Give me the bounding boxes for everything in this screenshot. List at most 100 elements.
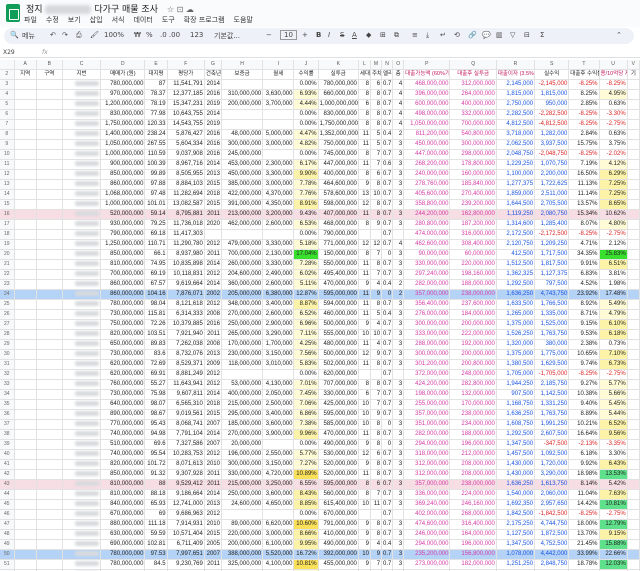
table-cell[interactable]: 9,529,412	[167, 479, 205, 491]
table-cell[interactable]: 1,457,500	[496, 449, 536, 461]
table-cell[interactable]: 1,050,000,000	[100, 139, 146, 151]
table-cell[interactable]: 16.50%	[568, 169, 600, 181]
redacted-cell[interactable]	[14, 359, 37, 371]
table-cell[interactable]: 6.18%	[568, 449, 600, 461]
table-cell[interactable]: 7,327,586	[167, 439, 205, 451]
table-cell[interactable]: 295,000,000	[221, 409, 264, 421]
column-header[interactable]: L	[358, 60, 371, 70]
row-header[interactable]: 5	[0, 99, 15, 111]
zoom-select[interactable]: 100%	[104, 31, 124, 39]
table-cell[interactable]: 0.00%	[293, 509, 319, 521]
table-cell[interactable]: 301,200,000	[403, 359, 451, 371]
table-cell[interactable]: 95.43	[144, 419, 168, 431]
table-cell[interactable]: 0.7	[381, 179, 394, 191]
redacted-cell[interactable]	[14, 429, 37, 441]
redacted-address-cell[interactable]	[62, 339, 102, 351]
row-header[interactable]: 38	[0, 429, 15, 441]
table-cell[interactable]: 312,000,000	[403, 469, 451, 481]
table-row[interactable]: 18 790,000,000 69.18 11,417,303 0.00% 790,000…	[0, 229, 640, 241]
table-cell[interactable]: 69.18	[144, 229, 168, 241]
table-cell[interactable]: 356,400,000	[403, 299, 451, 311]
table-cell[interactable]	[392, 509, 405, 521]
table-cell[interactable]: 9,686,963	[167, 509, 205, 521]
table-cell[interactable]: 1,229,250	[496, 159, 536, 171]
table-cell[interactable]: 11	[358, 289, 371, 301]
table-cell[interactable]: 8.92%	[568, 299, 600, 311]
table-cell[interactable]: 12	[358, 239, 371, 251]
redacted-cell[interactable]	[14, 239, 37, 251]
table-cell[interactable]: 3	[392, 499, 405, 511]
table-cell[interactable]	[627, 369, 640, 381]
table-cell[interactable]: 0.00%	[293, 369, 319, 381]
redo-icon[interactable]: ↷	[62, 31, 68, 39]
table-cell[interactable]: 424,200,000	[403, 379, 451, 391]
row-header[interactable]: 25	[0, 299, 15, 311]
redacted-address-cell[interactable]	[62, 179, 102, 191]
table-cell[interactable]: 1,250,000,000	[100, 239, 146, 251]
table-cell[interactable]: 0.7	[381, 139, 394, 151]
table-row[interactable]: 14 1,068,000,000 97.48 11,282,694 2018 422,00…	[0, 189, 640, 201]
table-cell[interactable]: 9	[358, 439, 371, 451]
row-header[interactable]: 49	[0, 539, 15, 551]
table-cell[interactable]: 4,752,500	[534, 539, 570, 551]
redacted-cell[interactable]	[36, 529, 63, 541]
redacted-address-cell[interactable]	[62, 449, 102, 461]
redacted-cell[interactable]	[36, 459, 63, 471]
table-cell[interactable]: 2,550,000	[262, 449, 295, 461]
table-cell[interactable]: 410,000,000	[318, 529, 359, 541]
table-cell[interactable]: 1,200,000,000	[100, 99, 146, 111]
table-cell[interactable]: 55.27	[144, 379, 168, 391]
table-cell[interactable]: 13.53%	[599, 469, 628, 481]
table-cell[interactable]: 3,937,500	[534, 139, 570, 151]
redacted-address-cell[interactable]	[62, 439, 102, 451]
table-cell[interactable]: 2012	[204, 369, 222, 381]
table-cell[interactable]: 0.00%	[293, 149, 319, 161]
table-cell[interactable]: 740,000,000	[100, 449, 146, 461]
column-header[interactable]: Q	[449, 60, 497, 70]
table-cell[interactable]: 282,000,000	[403, 429, 451, 441]
table-cell[interactable]: 8.85%	[293, 499, 319, 511]
redacted-address-cell[interactable]	[62, 309, 102, 321]
table-cell[interactable]: 97.48	[144, 189, 168, 201]
table-cell[interactable]: 260,000,000	[221, 259, 264, 271]
header-cell[interactable]: 대출이자 (3.5%기준)	[496, 69, 536, 81]
table-cell[interactable]: 8.66%	[293, 529, 319, 541]
table-cell[interactable]	[627, 269, 640, 281]
table-cell[interactable]: 780,000,000	[100, 299, 146, 311]
table-cell[interactable]: 13.57%	[568, 199, 600, 211]
table-cell[interactable]: 6.43%	[599, 459, 628, 471]
table-cell[interactable]	[627, 399, 640, 411]
table-cell[interactable]: 468,000,000	[403, 79, 451, 91]
table-cell[interactable]: 9,307,928	[167, 469, 205, 481]
table-cell[interactable]: 2011	[204, 209, 222, 221]
table-cell[interactable]: 555,000,000	[318, 329, 359, 341]
table-cell[interactable]: 11	[358, 299, 371, 311]
table-cell[interactable]: 4	[370, 539, 383, 551]
redacted-cell[interactable]	[14, 369, 37, 381]
redacted-cell[interactable]	[14, 479, 37, 491]
menu-item[interactable]: 데이터	[133, 16, 152, 24]
table-cell[interactable]: 3	[392, 339, 405, 351]
redacted-address-cell[interactable]	[62, 169, 102, 181]
header-cell[interactable]: 건축년도	[204, 69, 222, 81]
row-header[interactable]: 36	[0, 409, 15, 421]
table-cell[interactable]	[221, 509, 264, 521]
table-cell[interactable]: 2	[392, 129, 405, 141]
table-cell[interactable]: 7,791,104	[167, 429, 205, 441]
header-cell[interactable]: 월세	[262, 69, 295, 81]
table-cell[interactable]: 264,000,000	[449, 89, 497, 101]
table-cell[interactable]: 447,000,000	[403, 149, 451, 161]
table-cell[interactable]: 598,000,000	[318, 199, 359, 211]
table-row[interactable]: 51 780,000,000 84.5 9,230,769 2011 325,000,00…	[0, 559, 640, 571]
table-cell[interactable]: 8,795,881	[167, 209, 205, 221]
row-header[interactable]: 44	[0, 489, 15, 501]
table-cell[interactable]: 498,000,000	[403, 109, 451, 121]
table-cell[interactable]: 860,000,000	[100, 279, 146, 291]
table-cell[interactable]: 396,000,000	[403, 89, 451, 101]
table-cell[interactable]: 3,300,000	[262, 169, 295, 181]
table-cell[interactable]: 2,145,000	[496, 79, 536, 91]
table-cell[interactable]: 11	[358, 429, 371, 441]
redacted-address-cell[interactable]	[62, 129, 102, 141]
table-cell[interactable]: 8,068,741	[167, 419, 205, 431]
table-cell[interactable]: 72.26	[144, 319, 168, 331]
